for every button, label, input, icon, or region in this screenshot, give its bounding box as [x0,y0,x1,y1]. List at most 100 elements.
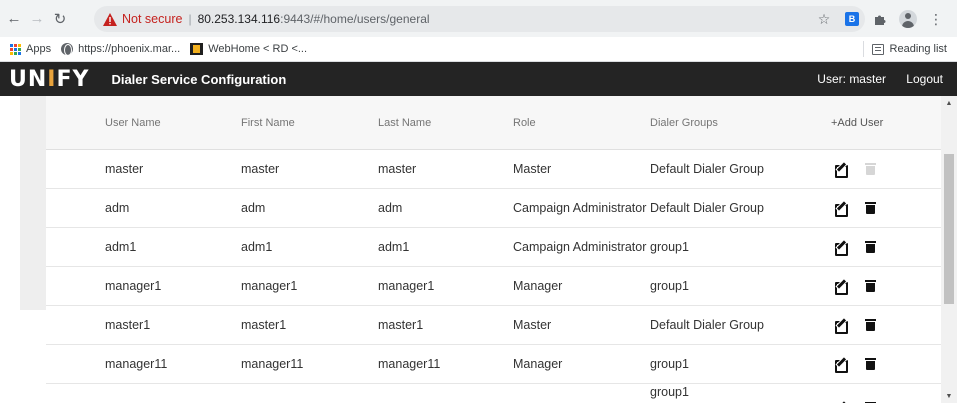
trash-icon[interactable] [865,319,876,331]
col-header-role: Role [513,117,536,129]
trash-icon[interactable] [865,358,876,370]
browser-toolbar: ← → ↻ Not secure | 80.253.134.116:9443/#… [0,0,957,37]
edit-button[interactable] [835,267,849,305]
app-header: UNIFY Dialer Service Configuration User:… [0,62,957,96]
edit-icon[interactable] [835,358,848,373]
col-header-first-name: First Name [241,117,295,129]
cell-role: Manager [513,279,563,293]
edit-icon[interactable] [835,202,848,217]
trash-icon[interactable] [865,241,876,253]
cell-last-name: manager1 [378,279,435,293]
cell-user-name: manager1 [105,279,162,293]
delete-button[interactable] [865,306,878,344]
cell-role: Master [513,318,552,332]
scroll-up-arrow-icon[interactable]: ▲ [941,96,957,110]
add-user-button[interactable]: +Add User [831,96,883,150]
page-scrollbar[interactable]: ▲ ▼ [941,96,957,403]
unify-logo: UNIFY [9,66,90,92]
cell-user-name: manager12 [105,384,168,403]
cell-last-name: adm1 [378,240,410,254]
apps-grid-icon [10,43,21,55]
reading-list-button[interactable]: Reading list [862,41,947,57]
trash-icon [865,163,876,175]
edit-icon[interactable] [835,319,848,334]
edit-button[interactable] [835,345,849,383]
cell-first-name: manager12 [241,384,304,403]
warning-triangle-icon[interactable] [103,12,117,26]
url-separator: | [188,12,192,26]
cell-role: Manager [513,384,562,403]
users-table: User Name First Name Last Name Role Dial… [46,96,941,403]
cell-user-name: master [105,162,144,176]
bookmark-phoenix[interactable]: https://phoenix.mar... [61,43,181,56]
cell-first-name: master1 [241,318,287,332]
delete-button [865,150,878,188]
trash-icon[interactable] [865,280,876,292]
edit-icon[interactable] [835,280,848,295]
edit-button[interactable] [835,384,849,403]
col-header-user-name: User Name [105,117,161,129]
forward-arrow-icon[interactable]: → [27,9,47,29]
delete-button[interactable] [865,228,878,266]
profile-avatar-icon[interactable] [897,8,919,30]
edit-button[interactable] [835,228,849,266]
table-row: manager1 manager1 manager1 Manager group… [46,267,941,306]
globe-icon [61,43,74,56]
cell-first-name: adm [241,201,266,215]
cell-last-name: master1 [378,318,424,332]
current-user: User: master [817,72,886,86]
not-secure-label[interactable]: Not secure [122,12,182,26]
logout-button[interactable]: Logout [906,72,943,86]
user-label: User: [817,72,846,86]
back-arrow-icon[interactable]: ← [4,9,24,29]
delete-button[interactable] [865,345,878,383]
url-path: :9443/#/home/users/general [280,12,430,26]
cell-role: Manager [513,357,563,371]
cell-user-name: adm [105,201,130,215]
address-bar[interactable]: Not secure | 80.253.134.116:9443/#/home/… [94,6,865,32]
delete-button[interactable] [865,267,878,305]
reload-icon[interactable]: ↻ [50,9,70,29]
cell-user-name: manager11 [105,357,168,371]
kebab-menu-icon[interactable]: ⋮ [925,8,947,30]
cell-role: Campaign Administrator [513,240,647,254]
star-icon[interactable]: ☆ [813,8,835,30]
bookmark-webhome[interactable]: WebHome < RD <... [190,43,307,55]
sidebar-panel [20,96,46,310]
cell-dialer-groups: Default Dialer Group [650,201,764,215]
table-row: master1 master1 master1 Master Default D… [46,306,941,345]
cell-last-name: adm [378,201,403,215]
cell-dialer-groups: group1 [650,279,689,293]
bookmark-label: https://phoenix.mar... [78,43,181,55]
cell-dialer-groups: group1 [650,385,689,399]
cell-role: Master [513,162,552,176]
scroll-down-arrow-icon[interactable]: ▼ [941,389,957,403]
trash-icon[interactable] [865,202,876,214]
webhome-icon [190,43,204,55]
edit-button[interactable] [835,189,849,227]
user-name: master [849,72,886,86]
delete-button[interactable] [865,384,878,403]
edit-button[interactable] [835,306,849,344]
cell-dialer-groups: Default Dialer Group [650,162,764,176]
cell-dialer-groups: group1 [650,357,689,371]
edit-icon[interactable] [835,241,848,256]
table-row: manager12 manager12 manager12 Manager gr… [46,384,941,403]
cell-last-name: manager12 [378,384,441,403]
table-row: manager11 manager11 manager11 Manager gr… [46,345,941,384]
cell-last-name: manager11 [378,357,441,371]
puzzle-extensions-icon[interactable] [869,8,891,30]
delete-button[interactable] [865,189,878,227]
col-header-dialer-groups: Dialer Groups [650,117,718,129]
cell-first-name: manager1 [241,279,298,293]
edit-button[interactable] [835,150,849,188]
cell-first-name: manager11 [241,357,304,371]
reading-list-label: Reading list [889,43,947,55]
bookmark-apps[interactable]: Apps [10,43,51,55]
edit-icon[interactable] [835,163,848,178]
cell-dialer-groups: group1 [650,240,689,254]
bookmarks-bar: Apps https://phoenix.mar... WebHome < RD… [0,37,957,62]
scrollbar-thumb[interactable] [944,154,954,304]
table-header: User Name First Name Last Name Role Dial… [46,96,941,150]
extension-blue-icon[interactable]: B [841,8,863,30]
